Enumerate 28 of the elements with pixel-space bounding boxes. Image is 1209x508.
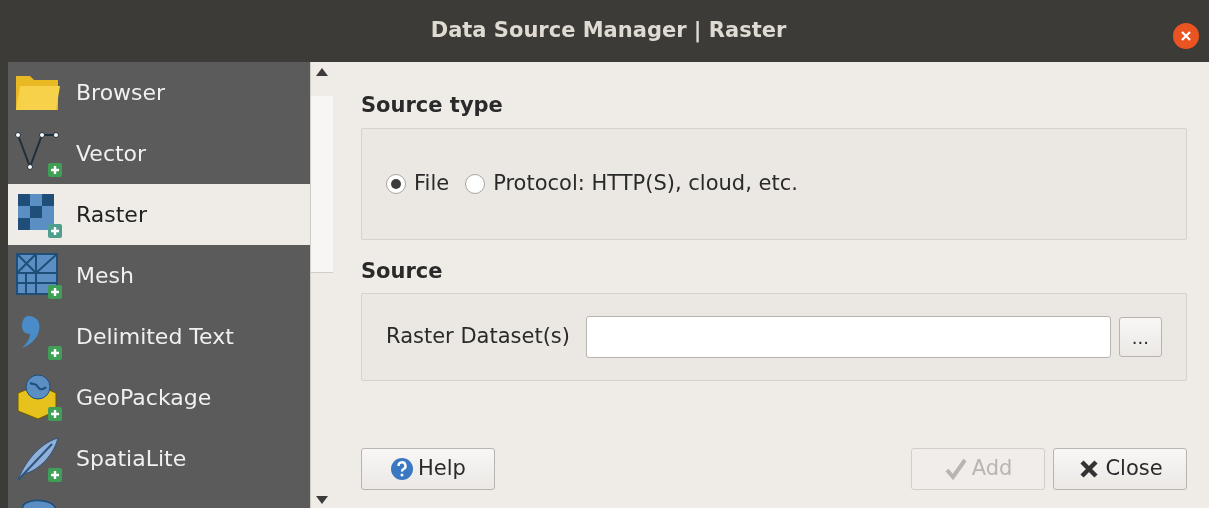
scrollbar[interactable] xyxy=(310,62,333,508)
globe-box-icon xyxy=(14,372,64,423)
radio-button[interactable] xyxy=(465,173,486,194)
sidebar-item[interactable]: Mesh xyxy=(8,245,310,306)
browse-button[interactable]: ... xyxy=(1118,317,1162,357)
scroll-thumb[interactable] xyxy=(311,96,333,273)
mesh-grid-icon xyxy=(14,250,64,301)
sidebar-item[interactable]: GeoPackage xyxy=(8,367,310,428)
close-button[interactable]: Close xyxy=(1053,448,1187,490)
sidebar-item[interactable]: Browser xyxy=(8,62,310,123)
close-icon[interactable] xyxy=(1173,23,1199,49)
scroll-down-icon[interactable] xyxy=(316,496,328,504)
sidebar-item[interactable]: SpatiaLite xyxy=(8,428,310,489)
sidebar-item[interactable]: Vector xyxy=(8,123,310,184)
sidebar-item[interactable]: Delimited Text xyxy=(8,306,310,367)
radio-option[interactable]: File xyxy=(386,167,450,200)
group-heading: Source xyxy=(361,257,444,285)
group-heading: Source type xyxy=(361,92,504,119)
field-label: Raster Dataset(s) xyxy=(386,323,570,351)
scroll-up-icon[interactable] xyxy=(316,68,328,76)
radio-option[interactable]: Protocol: HTTP(S), cloud, etc. xyxy=(465,167,798,200)
help-button[interactable]: Help xyxy=(361,448,495,490)
input-field[interactable] xyxy=(585,316,1111,358)
radio-button[interactable] xyxy=(386,173,406,194)
sidebar-item[interactable]: Raster xyxy=(8,184,310,245)
window-title: Data Source Manager | Raster xyxy=(430,17,787,45)
checkmark-icon xyxy=(943,457,968,481)
help-icon xyxy=(390,457,415,481)
